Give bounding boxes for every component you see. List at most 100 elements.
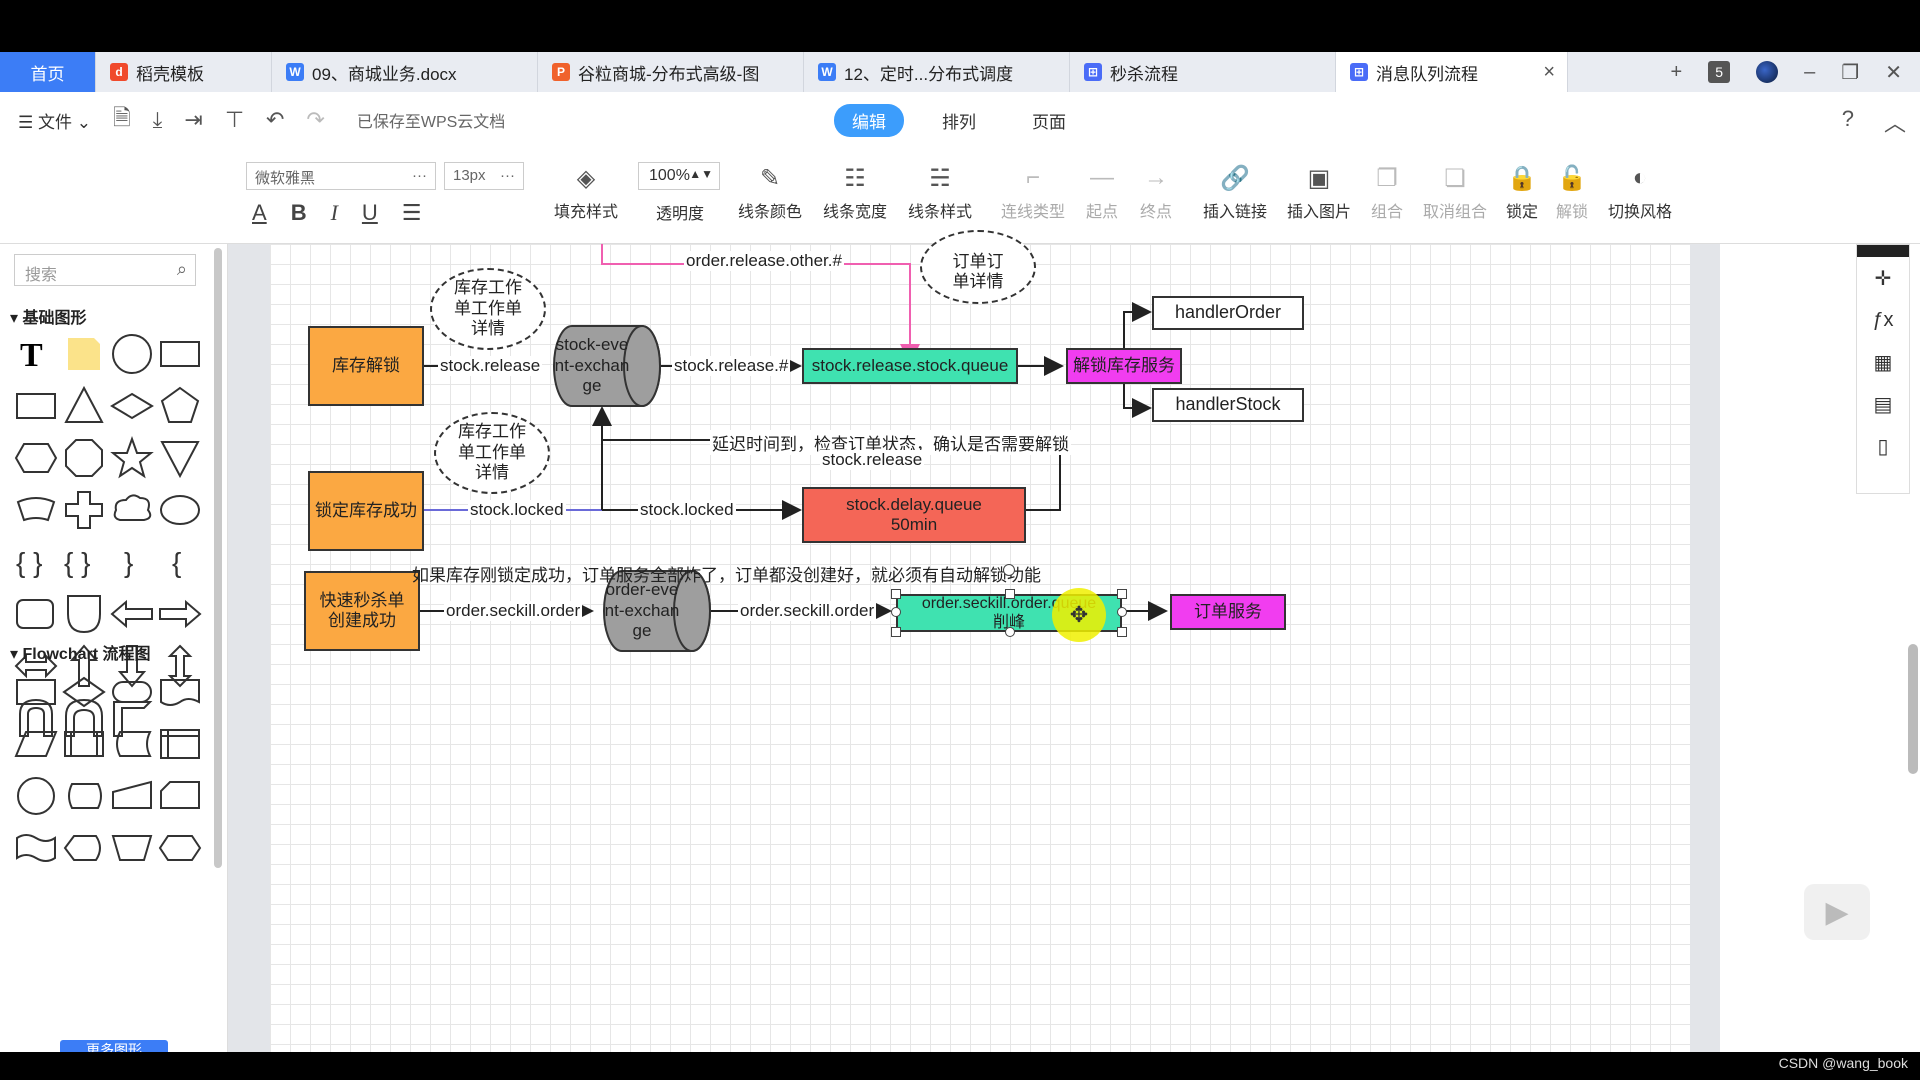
fill-style-button[interactable]: ◈ 填充样式	[546, 158, 626, 222]
font-size-select[interactable]: 13px ···	[444, 162, 524, 190]
diamond-shape-icon[interactable]	[108, 380, 156, 432]
close-icon[interactable]: ×	[1543, 61, 1555, 84]
manual-input-shape-icon[interactable]	[108, 770, 156, 822]
left-arrow-shape-icon[interactable]	[108, 588, 156, 640]
data-shape-icon[interactable]	[12, 718, 60, 770]
display-shape-icon[interactable]	[60, 822, 108, 874]
node-stock-delay-queue[interactable]: stock.delay.queue 50min	[802, 487, 1026, 543]
pentagon-shape-icon[interactable]	[156, 380, 204, 432]
opacity-input[interactable]: 100% ▲▼	[638, 162, 720, 190]
cloud-shape-icon[interactable]	[108, 484, 156, 536]
formula-icon[interactable]: ƒx	[1857, 299, 1909, 341]
download-icon[interactable]: ⤓	[153, 107, 163, 133]
selection-handle[interactable]	[1117, 589, 1127, 599]
page-icon[interactable]: ▯	[1857, 425, 1909, 467]
cross-shape-icon[interactable]	[60, 484, 108, 536]
tape-shape-icon[interactable]	[12, 822, 60, 874]
mode-edit[interactable]: 编辑	[834, 104, 904, 137]
play-icon[interactable]: ▶	[1804, 884, 1870, 940]
text-shape-icon[interactable]: T	[12, 328, 60, 380]
add-tab-icon[interactable]: +	[1670, 61, 1682, 84]
search-input[interactable]: 搜索 ⌕	[14, 254, 196, 286]
node-order-service[interactable]: 订单服务	[1170, 594, 1286, 630]
search-icon[interactable]: ⌕	[177, 259, 187, 280]
font-family-select[interactable]: 微软雅黑 ···	[246, 162, 436, 190]
diagram-canvas[interactable]: order.release.other.# stock.release stoc…	[270, 230, 1690, 1052]
triangle-shape-icon[interactable]	[60, 380, 108, 432]
navigate-icon[interactable]: ✛	[1857, 257, 1909, 299]
document-shape-icon[interactable]	[156, 666, 204, 718]
right-arrow-shape-icon[interactable]	[156, 588, 204, 640]
inverted-triangle-shape-icon[interactable]	[156, 432, 204, 484]
node-order-detail[interactable]: 订单订单详情	[920, 230, 1036, 304]
bold-icon[interactable]: B	[291, 200, 307, 226]
switch-style-button[interactable]: ◐ 切换风格	[1600, 158, 1680, 222]
selection-handle[interactable]	[1117, 627, 1127, 637]
selection-handle[interactable]	[1005, 589, 1015, 599]
node-handler-stock[interactable]: handlerStock	[1152, 388, 1304, 422]
tab-seckill[interactable]: ⊞ 秒杀流程	[1070, 52, 1336, 92]
save-icon[interactable]: 🗎	[113, 101, 131, 139]
page-setup-icon[interactable]: ▤	[1857, 383, 1909, 425]
node-unlock-service[interactable]: 解锁库存服务	[1066, 348, 1182, 384]
process-shape-icon[interactable]	[12, 666, 60, 718]
callout-shape-icon[interactable]	[12, 484, 60, 536]
node-work-order-2[interactable]: 库存工作单工作单详情	[434, 412, 550, 494]
tab-home[interactable]: 首页	[0, 52, 96, 92]
ellipse-shape-icon[interactable]	[156, 484, 204, 536]
node-seckill-created[interactable]: 快速秒杀单创建成功	[304, 571, 420, 651]
tab-ppt[interactable]: P 谷粒商城-分布式高级-图	[538, 52, 804, 92]
help-icon[interactable]: ?	[1842, 106, 1854, 138]
diagram-note[interactable]: 如果库存刚锁定成功，订单服务全部炸了，订单都没创建好，就必须有自动解锁功能	[412, 561, 1041, 586]
export-icon[interactable]: ⇥	[184, 107, 202, 133]
calendar-icon[interactable]: ▦	[1857, 341, 1909, 383]
tab-doc-schedule[interactable]: W 12、定时...分布式调度	[804, 52, 1070, 92]
node-handler-order[interactable]: handlerOrder	[1152, 296, 1304, 330]
brace-shape-icon[interactable]: { }	[12, 536, 60, 588]
selection-handle[interactable]	[1005, 627, 1015, 637]
rotate-handle[interactable]	[1003, 564, 1015, 576]
file-menu[interactable]: ☰ 文件 ⌄	[18, 108, 91, 133]
end-point-button[interactable]: → 终点	[1116, 158, 1196, 222]
preparation-shape-icon[interactable]	[156, 822, 204, 874]
connector-type-button[interactable]: ⌐ 连线类型	[993, 158, 1073, 222]
tab-mq-flow[interactable]: ⊞ 消息队列流程 ×	[1336, 52, 1568, 92]
node-lock-success[interactable]: 锁定库存成功	[308, 471, 424, 551]
mode-arrange[interactable]: 排列	[924, 104, 994, 137]
direct-data-shape-icon[interactable]	[60, 770, 108, 822]
underline-icon[interactable]: U	[362, 200, 378, 226]
italic-icon[interactable]: I	[331, 200, 338, 226]
selection-handle[interactable]	[891, 627, 901, 637]
minimize-icon[interactable]: –	[1804, 61, 1815, 84]
right-brace-shape-icon[interactable]: }	[108, 536, 156, 588]
sidebar-scrollbar[interactable]	[214, 248, 222, 868]
bracket-shape-icon[interactable]: { }	[60, 536, 108, 588]
manual-operation-shape-icon[interactable]	[108, 822, 156, 874]
mode-page[interactable]: 页面	[1014, 104, 1084, 137]
note-shape-icon[interactable]	[60, 328, 108, 380]
tab-docer[interactable]: d 稻壳模板	[96, 52, 272, 92]
card-shape-icon[interactable]	[156, 770, 204, 822]
node-stock-release-queue[interactable]: stock.release.stock.queue	[802, 348, 1018, 384]
terminator-shape-icon[interactable]	[108, 666, 156, 718]
internal-storage-shape-icon[interactable]	[156, 718, 204, 770]
octagon-shape-icon[interactable]	[60, 432, 108, 484]
left-brace-shape-icon[interactable]: {	[156, 536, 204, 588]
format-painter-icon[interactable]: ⊤	[225, 107, 244, 133]
collapse-icon[interactable]: ︿	[1884, 106, 1906, 138]
edge-service-handler-order[interactable]	[1123, 302, 1152, 349]
node-work-order-1[interactable]: 库存工作单工作单详情	[430, 268, 546, 350]
circle-shape-icon[interactable]	[108, 328, 156, 380]
connector-shape-icon[interactable]	[12, 770, 60, 822]
edge-service-handler-stock[interactable]	[1123, 384, 1152, 418]
shield-shape-icon[interactable]	[60, 588, 108, 640]
section-flowchart[interactable]: ▾ Flowchart 流程图	[10, 640, 151, 664]
selection-handle[interactable]	[1117, 607, 1127, 617]
line-style-button[interactable]: ☵ 线条样式	[900, 158, 980, 222]
star-shape-icon[interactable]	[108, 432, 156, 484]
insert-link-button[interactable]: 🔗 插入链接	[1195, 158, 1275, 222]
hexagon-shape-icon[interactable]	[12, 432, 60, 484]
predefined-process-shape-icon[interactable]	[60, 718, 108, 770]
stored-data-shape-icon[interactable]	[108, 718, 156, 770]
align-icon[interactable]: ☰	[402, 200, 422, 226]
